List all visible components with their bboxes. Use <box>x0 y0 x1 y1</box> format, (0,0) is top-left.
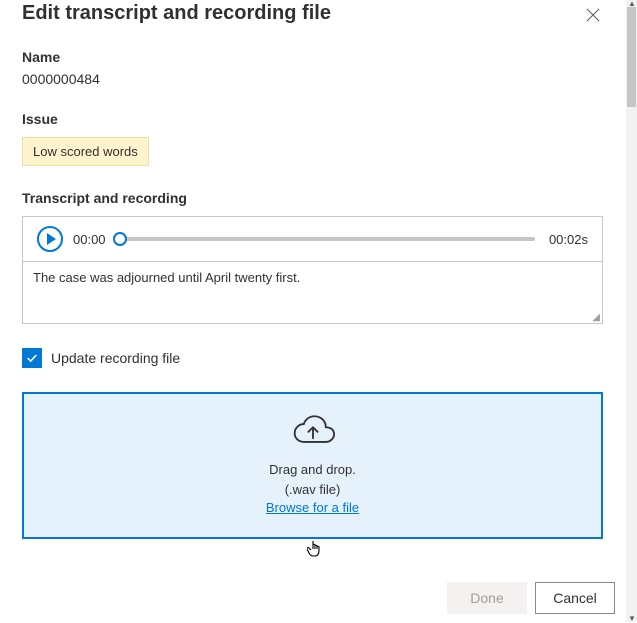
scroll-up-icon[interactable]: ▲ <box>628 0 635 7</box>
dropzone-text-1: Drag and drop. <box>34 460 591 480</box>
dialog-title: Edit transcript and recording file <box>22 2 331 25</box>
play-button[interactable] <box>37 226 63 252</box>
update-recording-checkbox[interactable] <box>22 348 42 368</box>
duration: 00:02s <box>549 232 588 247</box>
seek-slider[interactable] <box>120 232 535 246</box>
resize-handle-icon[interactable]: ◢ <box>592 315 600 321</box>
update-recording-label: Update recording file <box>51 350 180 366</box>
close-icon <box>586 8 600 22</box>
play-icon <box>47 233 56 245</box>
close-button[interactable] <box>583 5 603 25</box>
issue-label: Issue <box>22 111 603 127</box>
name-value: 0000000484 <box>22 71 603 87</box>
transcript-label: Transcript and recording <box>22 190 603 206</box>
dialog-footer: Done Cancel <box>447 582 615 614</box>
player-box: 00:00 00:02s The case was adjourned unti… <box>22 216 603 324</box>
current-time: 00:00 <box>73 232 106 247</box>
cancel-button[interactable]: Cancel <box>535 582 615 614</box>
slider-track <box>120 237 535 241</box>
transcript-textarea[interactable]: The case was adjourned until April twent… <box>23 261 602 323</box>
name-label: Name <box>22 49 603 65</box>
done-button: Done <box>447 582 527 614</box>
pointer-cursor-icon <box>307 539 325 564</box>
file-dropzone[interactable]: Drag and drop. (.wav file) Browse for a … <box>22 392 603 539</box>
transcript-text-value: The case was adjourned until April twent… <box>33 270 300 285</box>
scrollbar-thumb[interactable] <box>627 7 636 107</box>
cloud-upload-icon <box>34 414 591 446</box>
scroll-down-icon[interactable]: ▼ <box>628 615 635 622</box>
scrollbar-track[interactable]: ▲ ▼ <box>626 0 637 622</box>
slider-thumb[interactable] <box>113 232 127 246</box>
issue-badge: Low scored words <box>22 137 149 166</box>
dropzone-text-2: (.wav file) <box>34 480 591 500</box>
checkmark-icon <box>25 351 39 365</box>
browse-file-link[interactable]: Browse for a file <box>266 500 359 515</box>
